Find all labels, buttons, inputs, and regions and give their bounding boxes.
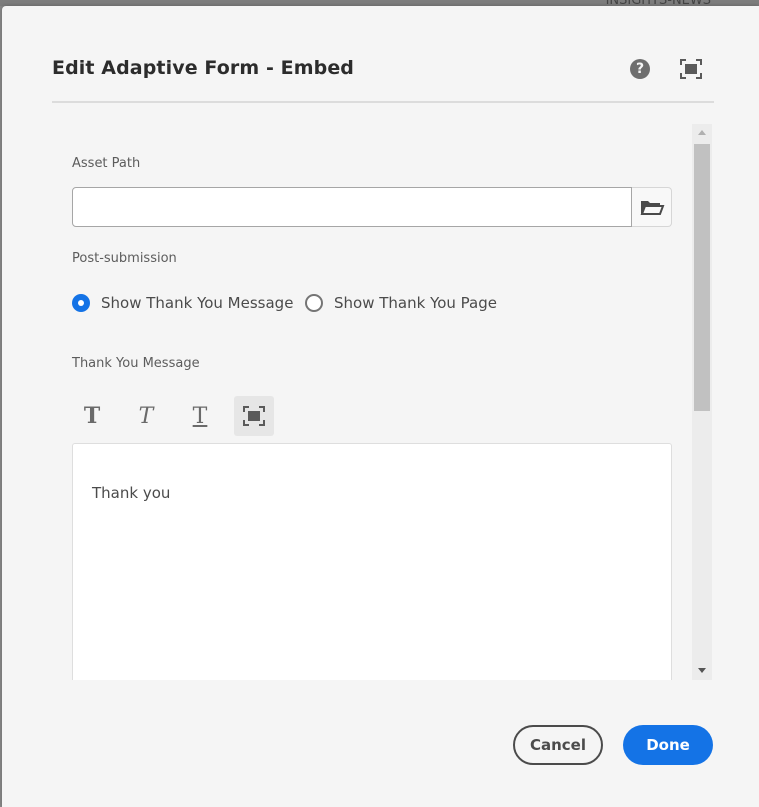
scroll-thumb[interactable] [694,144,710,411]
browse-button[interactable] [632,187,672,227]
radio-checked-icon[interactable] [72,294,90,312]
scroll-down-arrow-icon[interactable] [698,668,706,673]
post-submission-label: Post-submission [72,251,177,266]
fullscreen-icon[interactable] [234,396,274,436]
fullscreen-icon[interactable] [680,59,702,79]
edit-dialog: Edit Adaptive Form - Embed ? Asset Path … [2,6,759,807]
underline-icon[interactable]: T [180,396,220,436]
bold-icon[interactable]: T [72,396,112,436]
help-icon[interactable]: ? [630,59,650,79]
cancel-button[interactable]: Cancel [513,725,603,765]
rich-text-editor[interactable]: Thank you [72,443,672,680]
asset-path-input[interactable] [72,187,632,227]
done-button[interactable]: Done [623,725,713,765]
radio-thank-you-message[interactable]: Show Thank You Message [72,292,293,314]
radio-thank-you-page[interactable]: Show Thank You Page [305,292,497,314]
radio-label: Show Thank You Message [101,294,294,312]
rich-text-toolbar: T T T [72,396,288,436]
scrollbar[interactable] [692,124,712,680]
editor-content: Thank you [92,484,171,502]
thank-you-message-label: Thank You Message [72,356,200,371]
asset-path-label: Asset Path [72,156,141,171]
radio-label: Show Thank You Page [334,294,498,312]
dialog-title: Edit Adaptive Form - Embed [52,57,355,79]
folder-open-icon [640,201,665,215]
italic-icon[interactable]: T [126,396,166,436]
dialog-content: Asset Path Post-submission Show Thank Yo… [52,124,714,680]
radio-unchecked-icon[interactable] [305,294,323,312]
scroll-up-arrow-icon[interactable] [698,130,706,135]
dialog-header: Edit Adaptive Form - Embed ? [52,6,714,103]
